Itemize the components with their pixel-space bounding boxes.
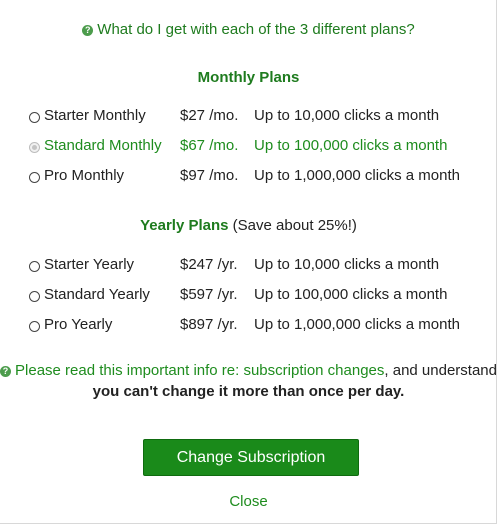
- plan-description: Up to 1,000,000 clicks a month: [254, 316, 460, 333]
- yearly-savings-note: (Save about 25%!): [232, 217, 357, 234]
- plans-question-link[interactable]: ? What do I get with each of the 3 differ…: [0, 21, 497, 38]
- plan-name: Starter Monthly: [44, 107, 146, 124]
- close-link[interactable]: Close: [0, 493, 497, 510]
- plans-question-text: What do I get with each of the 3 differe…: [97, 21, 415, 38]
- radio-starter-yearly[interactable]: [29, 261, 40, 272]
- info-middle-text: , and understand: [384, 362, 497, 379]
- plan-name: Standard Yearly: [44, 286, 150, 303]
- plan-description: Up to 100,000 clicks a month: [254, 137, 448, 154]
- plan-description: Up to 100,000 clicks a month: [254, 286, 448, 303]
- radio-pro-yearly[interactable]: [29, 321, 40, 332]
- plan-description: Up to 10,000 clicks a month: [254, 256, 440, 273]
- monthly-plans-heading: Monthly Plans: [197, 69, 300, 86]
- radio-starter-monthly[interactable]: [29, 112, 40, 123]
- subscription-change-info: ? Please read this important info re: sub…: [0, 360, 497, 402]
- question-circle-icon: ?: [0, 366, 12, 377]
- info-warning-text: you can't change it more than once per d…: [92, 383, 405, 400]
- subscription-info-link[interactable]: Please read this important info re: subs…: [15, 362, 384, 379]
- plan-name: Starter Yearly: [44, 256, 135, 273]
- subscription-dialog: ? What do I get with each of the 3 differ…: [0, 0, 497, 524]
- radio-pro-monthly[interactable]: [29, 172, 40, 183]
- plan-name: Pro Monthly: [44, 167, 125, 184]
- plan-description: Up to 1,000,000 clicks a month: [254, 167, 460, 184]
- plan-price: $897 /yr.: [180, 316, 238, 333]
- yearly-plans-heading: Yearly Plans (Save about 25%!): [0, 217, 497, 234]
- plan-name: Pro Yearly: [44, 316, 113, 333]
- radio-standard-yearly[interactable]: [29, 291, 40, 302]
- plan-price: $27 /mo.: [180, 107, 239, 124]
- radio-standard-monthly: [29, 142, 40, 153]
- plan-price: $597 /yr.: [180, 286, 238, 303]
- plan-price: $247 /yr.: [180, 256, 238, 273]
- question-circle-icon: ?: [82, 25, 94, 36]
- plan-description: Up to 10,000 clicks a month: [254, 107, 440, 124]
- plan-price: $97 /mo.: [180, 167, 239, 184]
- plan-price: $67 /mo.: [180, 137, 239, 154]
- change-subscription-button[interactable]: Change Subscription: [143, 439, 359, 476]
- plan-name: Standard Monthly: [44, 137, 162, 154]
- yearly-plans-title: Yearly Plans: [140, 217, 229, 234]
